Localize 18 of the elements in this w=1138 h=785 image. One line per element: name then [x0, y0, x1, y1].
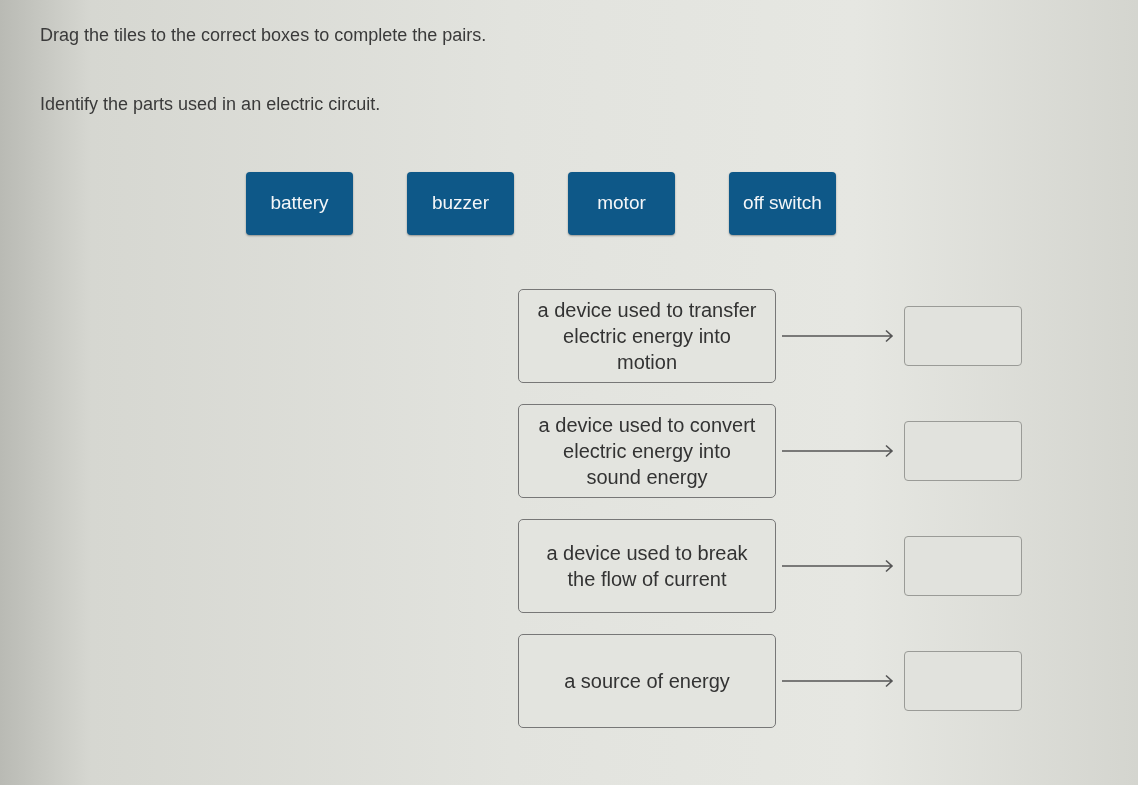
- answer-tile[interactable]: buzzer: [407, 172, 514, 235]
- description-box: a device used to break the flow of current: [518, 519, 776, 613]
- description-box: a device used to transfer electric energy into motion: [518, 289, 776, 383]
- drop-box[interactable]: [904, 306, 1022, 366]
- right-arrow-icon: [782, 329, 894, 343]
- right-arrow-icon: [782, 559, 894, 573]
- drop-box[interactable]: [904, 421, 1022, 481]
- right-arrow-icon: [782, 674, 894, 688]
- instruction-text: Identify the parts used in an electric circuit.: [40, 93, 382, 116]
- drop-box[interactable]: [904, 536, 1022, 596]
- description-box: a device used to convert electric energy into sound energy: [518, 404, 776, 498]
- right-arrow-icon: [782, 444, 894, 458]
- drop-box[interactable]: [904, 651, 1022, 711]
- answer-tile[interactable]: off switch: [729, 172, 836, 235]
- answer-tile[interactable]: battery: [246, 172, 353, 235]
- answer-tile[interactable]: motor: [568, 172, 675, 235]
- instruction-text: Drag the tiles to the correct boxes to complete the pairs.: [40, 24, 488, 47]
- description-box: a source of energy: [518, 634, 776, 728]
